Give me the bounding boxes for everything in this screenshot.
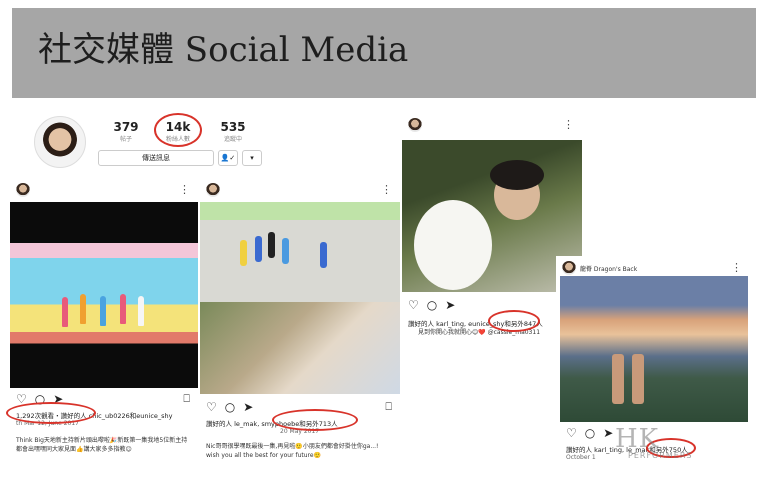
kid <box>320 242 327 268</box>
more-options-icon[interactable]: ⋮ <box>731 262 742 273</box>
post-avatar[interactable] <box>562 261 576 275</box>
kid <box>240 240 247 266</box>
posts-label: 帖子 <box>119 136 132 143</box>
following-label: 追蹤中 <box>223 136 242 143</box>
comment-icon[interactable]: ○ <box>585 426 595 440</box>
post-caption-line1: Nic哥哥很學嘿既最後一集,再見啦🙂小朋友們都會好掛住你ga...! <box>206 443 379 450</box>
post-caption: 見到你開心我就開心😊❤️ @cassie_ma0311 <box>418 329 541 336</box>
watermark-logo: HK <box>615 424 660 454</box>
post-actions: ♡ ○ ➤ <box>206 400 253 414</box>
followers-label: 粉絲人數 <box>165 136 190 143</box>
post-likes: 1,292次觀看・讚好的人 chic_ub0226和eunice_shy <box>16 412 173 420</box>
post-likes: 讚好的人 le_mak, smyphoebe和另外713人 <box>206 420 338 428</box>
post-actions: ♡ ○ ➤ <box>16 392 63 406</box>
post-avatar[interactable] <box>16 183 30 197</box>
post-caption-line2: 都會出嘿嘿同大家見面👍講大家多多指教😊 <box>16 446 132 453</box>
bookmark-icon[interactable]: ⎕ <box>183 392 190 406</box>
comment-icon[interactable]: ○ <box>225 400 235 414</box>
following-count: 535 <box>220 120 246 134</box>
post-card-3: ⋮ ♡ ○ ➤ ⎕ 讚好的人 karl_ting, eunice_shy和另外8… <box>402 112 582 344</box>
more-options-icon[interactable]: ⋮ <box>563 119 574 130</box>
watermark-subtext: PERFORMERS <box>628 451 693 460</box>
figure <box>138 296 144 326</box>
post-image-dragons-back[interactable] <box>560 276 748 422</box>
post-date: October 1 <box>566 454 596 461</box>
post-avatar[interactable] <box>206 183 220 197</box>
share-icon[interactable]: ➤ <box>445 298 455 312</box>
dog-blob <box>490 160 544 190</box>
post-actions: ♡ ○ ➤ <box>566 426 613 440</box>
more-options-icon[interactable]: ⋮ <box>179 184 190 195</box>
more-options-icon[interactable]: ⋮ <box>381 184 392 195</box>
comment-icon[interactable]: ○ <box>35 392 45 406</box>
slide-title: 社交媒體 Social Media <box>38 30 409 70</box>
comment-icon[interactable]: ○ <box>427 298 437 312</box>
kid <box>268 232 275 258</box>
posts-count: 379 <box>113 120 139 134</box>
person-check-icon: 👤✓ <box>220 154 236 162</box>
post-image-selfie[interactable] <box>200 302 400 394</box>
following-stat[interactable]: 535 追蹤中 <box>213 120 253 143</box>
bookmark-icon[interactable]: ⎕ <box>385 400 392 414</box>
kid <box>255 236 262 262</box>
post-likes: 讚好的人 karl_ting, eunice_shy和另外847人 <box>408 320 543 328</box>
profile-card: 379 帖子 14k 粉絲人數 535 追蹤中 傳送訊息 👤✓ ▾ <box>28 112 278 172</box>
figure <box>120 294 126 324</box>
heart-icon[interactable]: ♡ <box>566 426 577 440</box>
post-caption-line1: Think Big天地新主持新片頭出嚟啦🎉新既第一集我地5位新主持 <box>16 437 188 444</box>
figure <box>80 294 86 324</box>
post-image-tv-show[interactable] <box>10 202 198 388</box>
figure <box>62 297 68 327</box>
profile-avatar[interactable] <box>34 116 86 168</box>
post-location[interactable]: 龍脊 Dragon's Back <box>580 264 637 273</box>
posts-stat[interactable]: 379 帖子 <box>106 120 146 143</box>
share-icon[interactable]: ➤ <box>53 392 63 406</box>
share-icon[interactable]: ➤ <box>243 400 253 414</box>
post-image-dog[interactable] <box>402 140 582 292</box>
followers-count: 14k <box>165 120 191 134</box>
followers-stat[interactable]: 14k 粉絲人數 <box>158 120 198 143</box>
send-message-button[interactable]: 傳送訊息 <box>98 150 214 166</box>
dog-blob <box>414 200 492 290</box>
share-icon[interactable]: ➤ <box>603 426 613 440</box>
post-date: 20 May 2017 <box>280 428 320 435</box>
kid <box>612 354 624 404</box>
post-caption-line2: wish you all the best for your future🙂 <box>206 452 322 459</box>
post-date: th Mar 12, June 2017 <box>16 420 79 427</box>
profile-dropdown-button[interactable]: ▾ <box>242 150 262 166</box>
figure <box>100 296 106 326</box>
kid <box>632 354 644 404</box>
chevron-down-icon: ▾ <box>250 154 254 162</box>
post-avatar[interactable] <box>408 118 422 132</box>
post-actions: ♡ ○ ➤ <box>408 298 455 312</box>
follow-status-button[interactable]: 👤✓ <box>218 150 238 166</box>
post-card-1: ⋮ ♡ ○ ➤ ⎕ 1,292次觀看・讚好的人 chic_ub0226和euni… <box>10 178 198 468</box>
heart-icon[interactable]: ♡ <box>408 298 419 312</box>
heart-icon[interactable]: ♡ <box>16 392 27 406</box>
heart-icon[interactable]: ♡ <box>206 400 217 414</box>
post-image-kids-court[interactable] <box>200 202 400 302</box>
kid <box>282 238 289 264</box>
post-card-2: ⋮ ♡ ○ ➤ ⎕ 讚好的人 le_mak, smyphoebe和另外713人 … <box>200 178 400 468</box>
